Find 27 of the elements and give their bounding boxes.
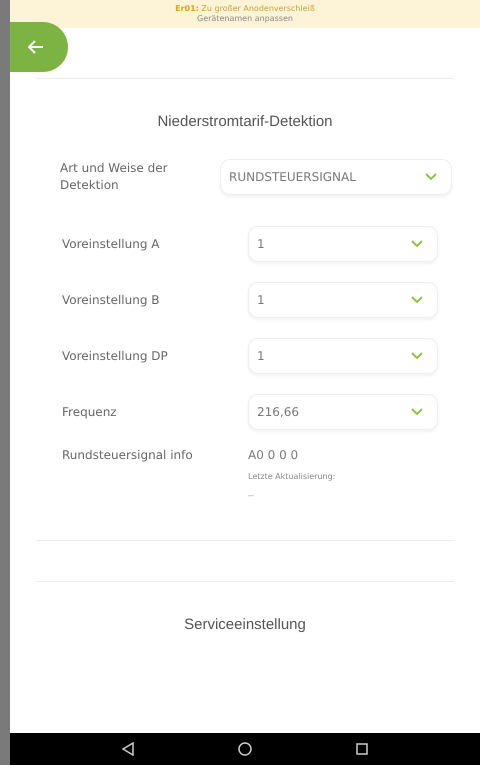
chevron-down-icon — [411, 352, 423, 360]
chevron-down-icon — [411, 296, 423, 304]
field-label: Voreinstellung DP — [62, 349, 169, 363]
chevron-down-icon — [411, 408, 423, 416]
rename-device-link[interactable]: Gerätenamen anpassen — [197, 14, 293, 24]
signal-info-value: A0 0 0 0 — [248, 448, 300, 462]
chevron-down-icon — [411, 240, 423, 248]
value-dropdown[interactable]: 1 — [248, 338, 438, 374]
field-label: Rundsteuersignal info — [62, 448, 194, 464]
last-update-label: Letzte Aktualisierung: — [248, 472, 336, 481]
value-dropdown[interactable]: 1 — [248, 226, 438, 262]
last-update-value: -- — [248, 491, 255, 500]
back-arrow-icon — [28, 40, 44, 54]
recents-nav-icon[interactable] — [356, 743, 368, 755]
field-label: Voreinstellung A — [62, 237, 160, 251]
field-label: Art und Weise der Detektion — [60, 160, 169, 194]
back-nav-icon[interactable] — [122, 742, 134, 756]
field-label: Frequenz — [62, 405, 118, 419]
section-title: Niederstromtarif-Detektion — [156, 113, 334, 130]
error-message: Er01: Zu großer Anodenverschleiß — [175, 4, 315, 14]
chevron-down-icon — [425, 173, 437, 181]
value-dropdown[interactable]: 1 — [248, 282, 438, 318]
field-label: Voreinstellung B — [62, 293, 160, 307]
home-nav-icon[interactable] — [238, 742, 252, 756]
value-dropdown[interactable]: 216,66 — [248, 394, 438, 430]
section-title: Serviceeinstellung — [183, 616, 307, 633]
detection-dropdown[interactable]: RUNDSTEUERSIGNAL — [220, 159, 452, 195]
